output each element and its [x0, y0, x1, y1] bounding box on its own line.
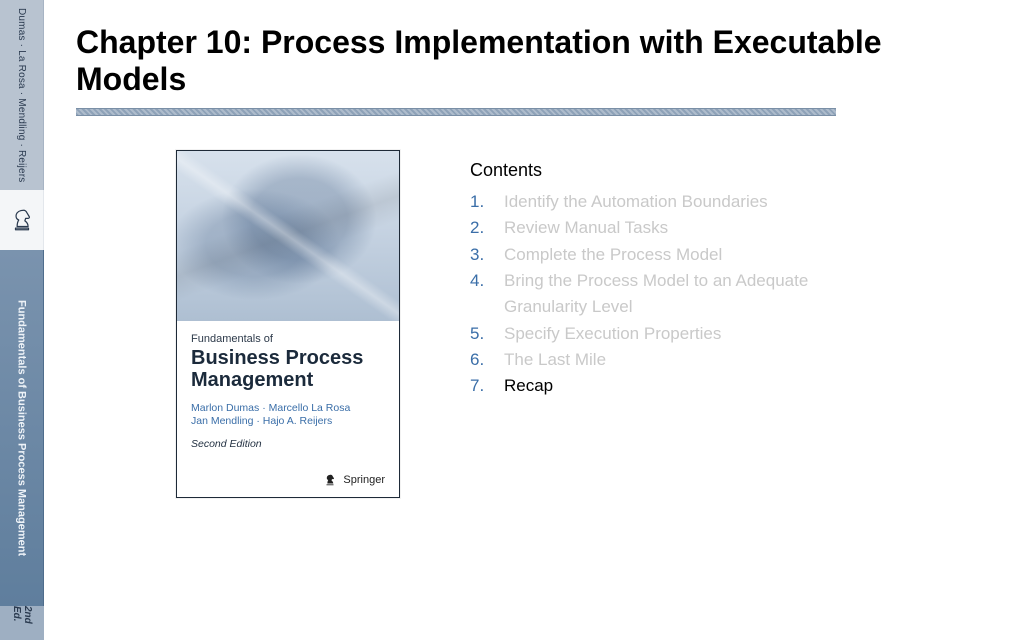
cover-publisher: Springer — [323, 473, 385, 487]
slide: Dumas · La Rosa · Mendling · Reijers Fun… — [0, 0, 1024, 640]
header: Chapter 10: Process Implementation with … — [76, 24, 994, 116]
spine-authors: Dumas · La Rosa · Mendling · Reijers — [0, 0, 44, 190]
book-cover-body: Fundamentals of Business Process Managem… — [177, 321, 399, 497]
cover-publisher-label: Springer — [343, 474, 385, 486]
contents-item: 6. The Last Mile — [470, 347, 984, 373]
book-cover: Fundamentals of Business Process Managem… — [176, 150, 400, 498]
cover-authors-line2: Jan Mendling · Hajo A. Reijers — [191, 415, 332, 427]
contents-item: 7. Recap — [470, 373, 984, 399]
cover-authors-line1: Marlon Dumas · Marcello La Rosa — [191, 402, 350, 414]
contents-item: 3. Complete the Process Model — [470, 242, 984, 268]
book-cover-wrap: Fundamentals of Business Process Managem… — [176, 150, 400, 620]
contents-item-label: The Last Mile — [504, 347, 606, 373]
cover-title: Business Process Management — [191, 347, 385, 392]
spine-logo — [0, 190, 44, 250]
contents-item-number: 3. — [470, 242, 490, 268]
contents-item-number: 2. — [470, 215, 490, 241]
contents-item: 4. Bring the Process Model to an Adequate… — [470, 268, 984, 321]
cover-edition: Second Edition — [191, 438, 385, 450]
contents: Contents 1. Identify the Automation Bound… — [470, 150, 984, 620]
contents-item-number: 7. — [470, 373, 490, 399]
contents-item-label: Identify the Automation Boundaries — [504, 189, 768, 215]
contents-item-label: Review Manual Tasks — [504, 215, 668, 241]
contents-item-number: 1. — [470, 189, 490, 215]
body: Fundamentals of Business Process Managem… — [76, 150, 984, 620]
springer-logo-icon — [323, 473, 337, 487]
page-title: Chapter 10: Process Implementation with … — [76, 24, 994, 98]
contents-item-number: 4. — [470, 268, 490, 321]
spine-edition: 2nd Ed. — [0, 606, 44, 640]
contents-item-label: Specify Execution Properties — [504, 321, 721, 347]
cover-kicker: Fundamentals of — [191, 333, 385, 345]
contents-item-label: Bring the Process Model to an Adequate G… — [504, 268, 894, 321]
contents-item: 1. Identify the Automation Boundaries — [470, 189, 984, 215]
contents-item-number: 5. — [470, 321, 490, 347]
contents-item: 2. Review Manual Tasks — [470, 215, 984, 241]
contents-item-number: 6. — [470, 347, 490, 373]
contents-item-label: Recap — [504, 373, 553, 399]
contents-item-label: Complete the Process Model — [504, 242, 722, 268]
book-cover-image — [177, 151, 399, 321]
cover-authors: Marlon Dumas · Marcello La Rosa Jan Mend… — [191, 402, 385, 428]
title-divider — [76, 108, 836, 116]
contents-heading: Contents — [470, 160, 984, 181]
book-spine: Dumas · La Rosa · Mendling · Reijers Fun… — [0, 0, 44, 640]
contents-item: 5. Specify Execution Properties — [470, 321, 984, 347]
contents-list: 1. Identify the Automation Boundaries 2. Re… — [470, 189, 984, 400]
spine-title: Fundamentals of Business Process Managem… — [0, 250, 44, 606]
chess-knight-icon — [9, 207, 35, 233]
